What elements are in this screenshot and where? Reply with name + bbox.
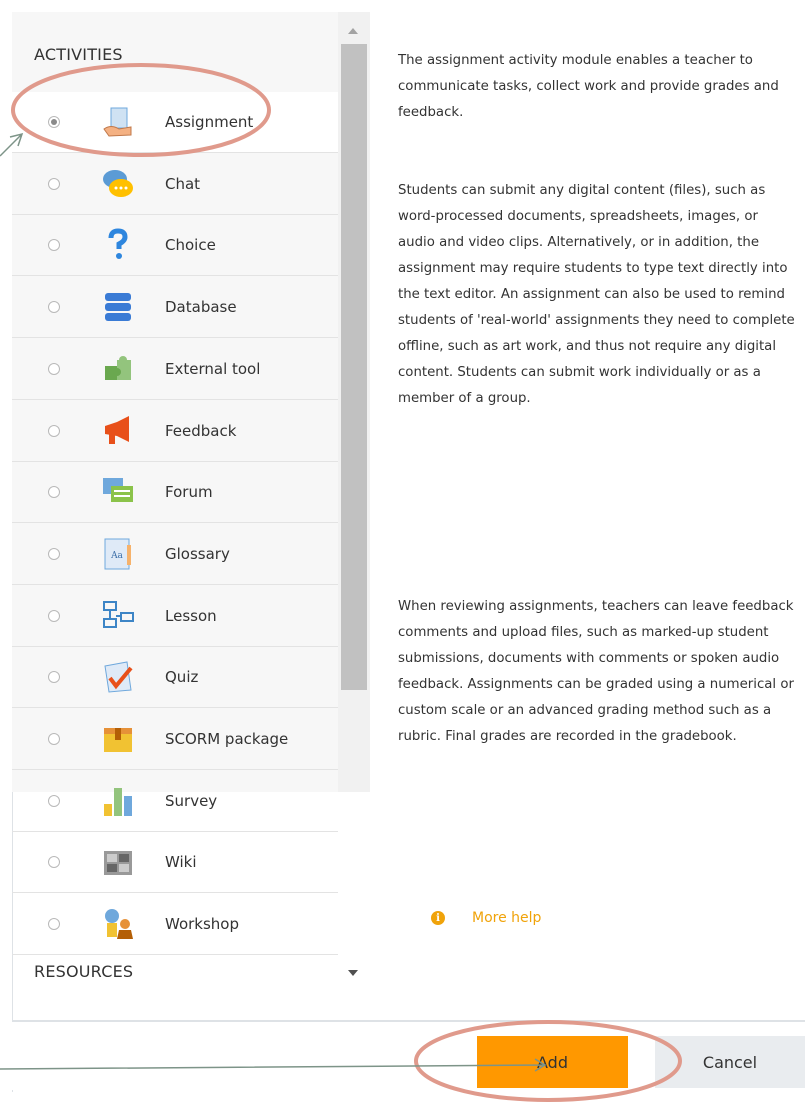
radio-button[interactable] — [48, 177, 60, 190]
more-help-link[interactable]: More help — [472, 910, 541, 926]
activity-option-workshop[interactable]: Workshop — [12, 894, 338, 956]
radio-button[interactable] — [48, 362, 60, 375]
radio-button[interactable] — [48, 116, 60, 128]
glossary-icon: Aa — [101, 537, 135, 571]
more-help[interactable]: i More help — [431, 910, 541, 926]
activity-option-label: Assignment — [165, 113, 254, 131]
activity-option-survey[interactable]: Survey — [12, 771, 338, 832]
quiz-icon — [101, 660, 135, 694]
activity-option-lesson[interactable]: Lesson — [12, 586, 338, 647]
activity-option-label: Workshop — [165, 915, 240, 934]
radio-button[interactable] — [48, 239, 60, 252]
radio-button[interactable] — [48, 918, 60, 931]
resources-heading: RESOURCES — [34, 962, 134, 981]
activity-option-external-tool[interactable]: External tool — [12, 339, 338, 400]
activity-option-label: Forum — [165, 483, 213, 502]
activity-option-label: Survey — [165, 791, 218, 810]
cancel-button[interactable]: Cancel — [655, 1036, 805, 1088]
external-tool-icon — [101, 352, 135, 386]
list-scrollbar-thumb[interactable] — [341, 44, 367, 690]
activity-option-label: Wiki — [165, 853, 197, 872]
activity-option-scorm-package[interactable]: SCORM package — [12, 709, 338, 770]
scroll-up-arrow-icon[interactable] — [348, 28, 358, 34]
activity-option-feedback[interactable]: Feedback — [12, 401, 338, 462]
activities-heading: ACTIVITIES — [34, 45, 123, 64]
activity-option-label: Choice — [165, 236, 216, 255]
activity-option-forum[interactable]: Forum — [12, 462, 338, 524]
activity-option-database[interactable]: Database — [12, 277, 338, 339]
forum-icon — [101, 475, 135, 509]
add-button[interactable]: Add — [477, 1036, 628, 1088]
activity-option-label: Database — [165, 298, 237, 317]
activity-option-glossary[interactable]: Aa Glossary — [12, 524, 338, 585]
workshop-icon — [101, 907, 135, 941]
radio-button[interactable] — [48, 856, 60, 869]
description-paragraph-1: The assignment activity module enables a… — [398, 53, 779, 120]
description-paragraph-3: When reviewing assignments, teachers can… — [398, 599, 794, 744]
activity-option-assignment[interactable]: Assignment — [12, 92, 338, 153]
assignment-icon — [101, 105, 135, 139]
survey-icon — [101, 784, 135, 818]
choice-icon — [101, 228, 135, 262]
scorm-package-icon — [101, 722, 135, 756]
feedback-icon — [101, 414, 135, 448]
lesson-icon — [101, 599, 135, 633]
radio-button[interactable] — [48, 733, 60, 745]
activity-option-quiz[interactable]: Quiz — [12, 647, 338, 709]
radio-button[interactable] — [48, 486, 60, 499]
chat-icon — [101, 167, 135, 201]
activity-option-label: SCORM package — [165, 730, 289, 748]
radio-button[interactable] — [48, 547, 60, 560]
activity-option-chat[interactable]: Chat — [12, 154, 338, 215]
activity-option-label: Lesson — [165, 606, 217, 625]
database-icon — [101, 290, 135, 324]
activity-option-wiki[interactable]: Wiki — [12, 832, 338, 894]
activity-option-label: External tool — [165, 359, 261, 378]
description-paragraph-2: Students can submit any digital content … — [398, 183, 795, 406]
activity-option-label: Chat — [165, 174, 201, 193]
radio-button[interactable] — [48, 424, 60, 437]
activity-option-label: Quiz — [165, 668, 199, 687]
activity-option-label: Feedback — [165, 421, 237, 440]
radio-button[interactable] — [48, 609, 60, 622]
wiki-icon — [101, 845, 135, 879]
radio-button[interactable] — [48, 301, 60, 314]
activity-option-label: Glossary — [165, 544, 230, 563]
info-icon: i — [431, 911, 445, 925]
activity-option-choice[interactable]: Choice — [12, 215, 338, 277]
scroll-down-arrow-icon[interactable] — [348, 970, 358, 976]
svg-text:Aa: Aa — [110, 551, 123, 561]
radio-button[interactable] — [48, 671, 60, 684]
radio-button[interactable] — [48, 794, 60, 807]
